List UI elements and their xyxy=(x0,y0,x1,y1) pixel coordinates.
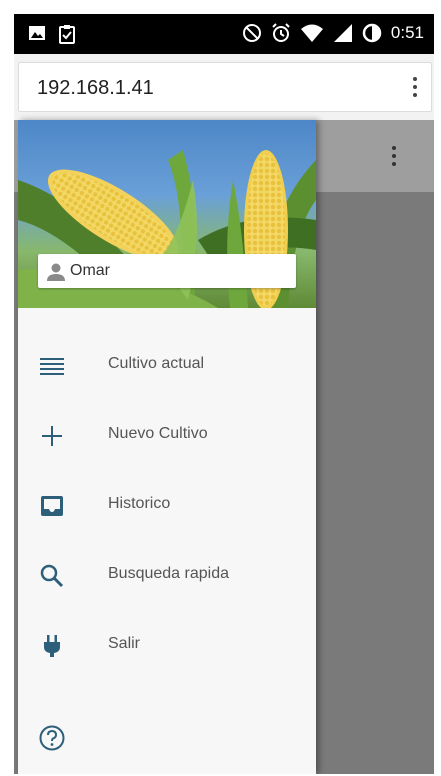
app-overflow-menu-icon[interactable] xyxy=(392,146,396,166)
menu-item-historico[interactable]: Historico xyxy=(18,470,316,540)
navigation-drawer: Omar Cultivo actual Nuevo Cultivo Histor… xyxy=(18,120,316,774)
clipboard-check-icon xyxy=(59,25,75,44)
help-icon[interactable] xyxy=(38,724,66,752)
browser-menu-icon[interactable] xyxy=(413,77,417,97)
status-bar: 0:51 xyxy=(14,14,434,54)
list-icon xyxy=(40,358,64,375)
url-text[interactable]: 192.168.1.41 xyxy=(37,77,154,100)
menu-item-salir[interactable]: Salir xyxy=(18,610,316,680)
url-bar[interactable]: 192.168.1.41 xyxy=(18,62,432,112)
image-icon xyxy=(29,26,45,40)
signal-icon xyxy=(333,24,352,42)
user-name: Omar xyxy=(70,262,110,279)
plus-icon xyxy=(42,426,62,446)
menu-label: Salir xyxy=(108,635,141,652)
phone-screen: 0:51 192.168.1.41 Omar Cultivo actual Nu… xyxy=(14,14,434,774)
status-time: 0:51 xyxy=(390,23,424,42)
drawer-menu: Cultivo actual Nuevo Cultivo Historico B… xyxy=(18,330,316,680)
search-icon xyxy=(40,564,64,588)
menu-label: Historico xyxy=(108,495,171,512)
inbox-icon xyxy=(41,496,63,516)
menu-item-cultivo-actual[interactable]: Cultivo actual xyxy=(18,330,316,400)
user-chip[interactable]: Omar xyxy=(38,254,296,288)
battery-icon xyxy=(362,23,382,43)
menu-item-nuevo-cultivo[interactable]: Nuevo Cultivo xyxy=(18,400,316,470)
alarm-icon xyxy=(272,23,290,42)
browser-toolbar: 192.168.1.41 xyxy=(14,54,434,120)
person-icon xyxy=(47,263,65,281)
menu-item-busqueda-rapida[interactable]: Busqueda rapida xyxy=(18,540,316,610)
plug-icon xyxy=(44,635,60,657)
menu-label: Cultivo actual xyxy=(108,355,205,372)
do-not-disturb-icon xyxy=(242,24,261,42)
menu-label: Busqueda rapida xyxy=(108,565,229,582)
menu-label: Nuevo Cultivo xyxy=(108,425,208,442)
wifi-icon xyxy=(300,24,323,42)
drawer-header-image: Omar xyxy=(18,120,316,308)
